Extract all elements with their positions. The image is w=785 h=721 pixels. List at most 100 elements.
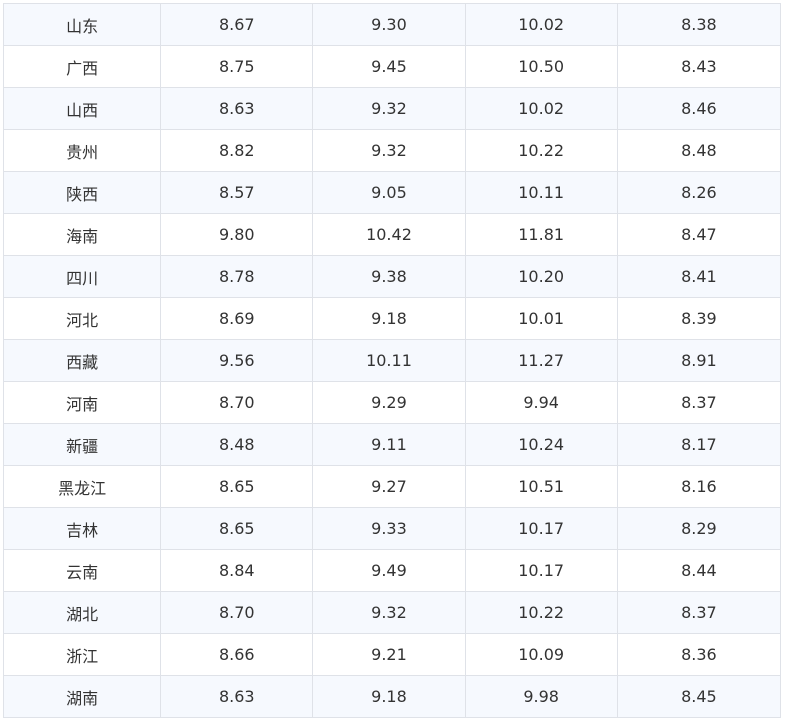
price-cell: 8.67	[160, 3, 314, 46]
price-cell: 10.11	[464, 171, 618, 214]
table-row: 山东 8.67 9.30 10.02 8.38	[2, 3, 782, 46]
price-cell: 9.98	[464, 675, 618, 718]
price-cell: 10.20	[464, 255, 618, 298]
price-cell: 8.43	[616, 45, 782, 88]
province-cell: 海南	[2, 213, 162, 256]
province-cell: 湖北	[2, 591, 162, 634]
price-cell: 9.45	[312, 45, 466, 88]
price-cell: 9.18	[312, 675, 466, 718]
price-cell: 10.17	[464, 507, 618, 550]
table-row: 西藏 9.56 10.11 11.27 8.91	[2, 339, 782, 382]
price-cell: 8.78	[160, 255, 314, 298]
price-cell: 8.36	[616, 633, 782, 676]
price-cell: 10.01	[464, 297, 618, 340]
price-cell: 8.75	[160, 45, 314, 88]
price-cell: 9.30	[312, 3, 466, 46]
province-cell: 黑龙江	[2, 465, 162, 508]
price-cell: 8.44	[616, 549, 782, 592]
table-row: 广西 8.75 9.45 10.50 8.43	[2, 45, 782, 88]
province-cell: 山东	[2, 3, 162, 46]
price-cell: 8.63	[160, 87, 314, 130]
price-cell: 10.22	[464, 129, 618, 172]
province-cell: 云南	[2, 549, 162, 592]
price-cell: 8.48	[160, 423, 314, 466]
price-cell: 8.45	[616, 675, 782, 718]
price-cell: 8.63	[160, 675, 314, 718]
price-cell: 9.11	[312, 423, 466, 466]
price-cell: 8.69	[160, 297, 314, 340]
table-row: 新疆 8.48 9.11 10.24 8.17	[2, 423, 782, 466]
price-cell: 8.39	[616, 297, 782, 340]
price-cell: 8.48	[616, 129, 782, 172]
price-cell: 10.02	[464, 87, 618, 130]
price-cell: 8.29	[616, 507, 782, 550]
table-row: 云南 8.84 9.49 10.17 8.44	[2, 549, 782, 592]
price-cell: 10.11	[312, 339, 466, 382]
table-row: 四川 8.78 9.38 10.20 8.41	[2, 255, 782, 298]
price-cell: 8.65	[160, 507, 314, 550]
price-cell: 8.70	[160, 591, 314, 634]
table-row: 河南 8.70 9.29 9.94 8.37	[2, 381, 782, 424]
price-cell: 10.51	[464, 465, 618, 508]
price-cell: 11.81	[464, 213, 618, 256]
price-cell: 9.32	[312, 87, 466, 130]
table-row: 海南 9.80 10.42 11.81 8.47	[2, 213, 782, 256]
table-row: 河北 8.69 9.18 10.01 8.39	[2, 297, 782, 340]
price-cell: 8.82	[160, 129, 314, 172]
price-cell: 9.33	[312, 507, 466, 550]
price-cell: 9.32	[312, 591, 466, 634]
table-body: 山东 8.67 9.30 10.02 8.38 广西 8.75 9.45 10.50 8.43 …	[2, 3, 782, 718]
table-row: 山西 8.63 9.32 10.02 8.46	[2, 87, 782, 130]
price-cell: 8.66	[160, 633, 314, 676]
province-cell: 河南	[2, 381, 162, 424]
price-cell: 8.16	[616, 465, 782, 508]
price-cell: 8.84	[160, 549, 314, 592]
province-cell: 浙江	[2, 633, 162, 676]
price-cell: 8.17	[616, 423, 782, 466]
price-cell: 9.05	[312, 171, 466, 214]
price-cell: 9.94	[464, 381, 618, 424]
province-cell: 新疆	[2, 423, 162, 466]
price-cell: 9.80	[160, 213, 314, 256]
price-cell: 8.91	[616, 339, 782, 382]
province-cell: 西藏	[2, 339, 162, 382]
province-cell: 广西	[2, 45, 162, 88]
price-cell: 8.38	[616, 3, 782, 46]
price-cell: 8.46	[616, 87, 782, 130]
price-cell: 10.17	[464, 549, 618, 592]
price-cell: 9.27	[312, 465, 466, 508]
province-cell: 贵州	[2, 129, 162, 172]
price-cell: 9.18	[312, 297, 466, 340]
price-cell: 9.29	[312, 381, 466, 424]
table-row: 湖南 8.63 9.18 9.98 8.45	[2, 675, 782, 718]
price-cell: 10.24	[464, 423, 618, 466]
price-cell: 8.26	[616, 171, 782, 214]
price-cell: 8.37	[616, 591, 782, 634]
price-cell: 8.65	[160, 465, 314, 508]
price-cell: 8.70	[160, 381, 314, 424]
price-cell: 9.32	[312, 129, 466, 172]
price-cell: 10.42	[312, 213, 466, 256]
price-cell: 9.21	[312, 633, 466, 676]
fuel-price-table: 山东 8.67 9.30 10.02 8.38 广西 8.75 9.45 10.50 8.43 …	[2, 3, 782, 718]
price-cell: 10.09	[464, 633, 618, 676]
table-row: 湖北 8.70 9.32 10.22 8.37	[2, 591, 782, 634]
table-row: 黑龙江 8.65 9.27 10.51 8.16	[2, 465, 782, 508]
province-cell: 湖南	[2, 675, 162, 718]
table-row: 贵州 8.82 9.32 10.22 8.48	[2, 129, 782, 172]
table-row: 吉林 8.65 9.33 10.17 8.29	[2, 507, 782, 550]
price-cell: 11.27	[464, 339, 618, 382]
price-cell: 10.02	[464, 3, 618, 46]
table-row: 陕西 8.57 9.05 10.11 8.26	[2, 171, 782, 214]
price-cell: 10.22	[464, 591, 618, 634]
price-cell: 9.56	[160, 339, 314, 382]
province-cell: 四川	[2, 255, 162, 298]
price-cell: 9.38	[312, 255, 466, 298]
price-cell: 9.49	[312, 549, 466, 592]
province-cell: 河北	[2, 297, 162, 340]
price-cell: 8.41	[616, 255, 782, 298]
province-cell: 陕西	[2, 171, 162, 214]
province-cell: 吉林	[2, 507, 162, 550]
table-row: 浙江 8.66 9.21 10.09 8.36	[2, 633, 782, 676]
price-cell: 8.37	[616, 381, 782, 424]
